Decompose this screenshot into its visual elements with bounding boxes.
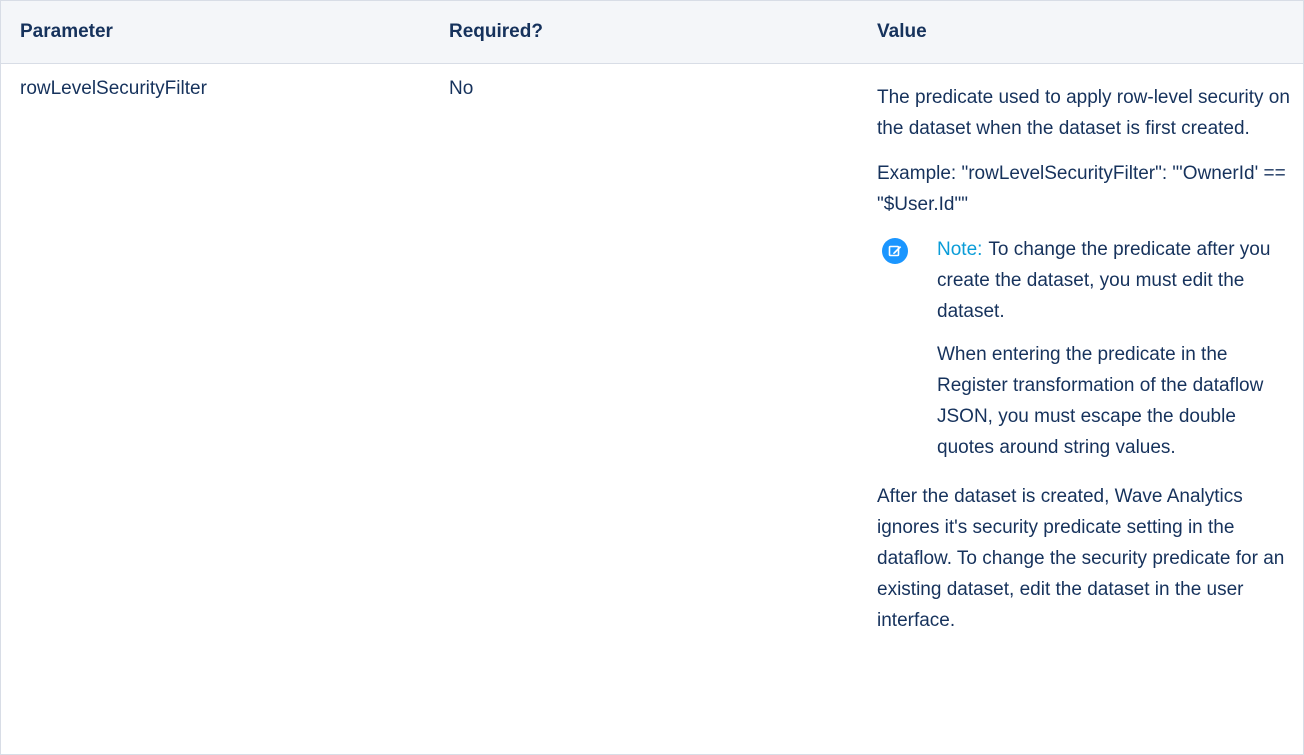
note-text-1-body: To change the predicate after you create…: [937, 239, 1271, 322]
parameter-table: Parameter Required? Value rowLevelSecuri…: [0, 0, 1304, 755]
table-header-row: Parameter Required? Value: [1, 1, 1303, 64]
note-label: Note:: [937, 239, 983, 260]
note-callout: Note: To change the predicate after you c…: [877, 234, 1297, 463]
note-text-1: Note: To change the predicate after you c…: [937, 234, 1297, 327]
parameter-name: rowLevelSecurityFilter: [20, 78, 207, 99]
table-row: rowLevelSecurityFilter No The predicate …: [1, 63, 1303, 754]
value-after-note: After the dataset is created, Wave Analy…: [877, 486, 1285, 631]
value-description: The predicate used to apply row-level se…: [877, 87, 1290, 139]
edit-note-icon: [882, 238, 908, 264]
required-value: No: [449, 78, 474, 99]
header-required: Required?: [449, 21, 543, 42]
header-value: Value: [877, 21, 927, 42]
note-text-2: When entering the predicate in the Regis…: [937, 344, 1264, 458]
value-example: Example: "rowLevelSecurityFilter": "'Own…: [877, 163, 1286, 215]
value-cell: The predicate used to apply row-level se…: [877, 77, 1297, 648]
header-parameter: Parameter: [20, 21, 113, 42]
